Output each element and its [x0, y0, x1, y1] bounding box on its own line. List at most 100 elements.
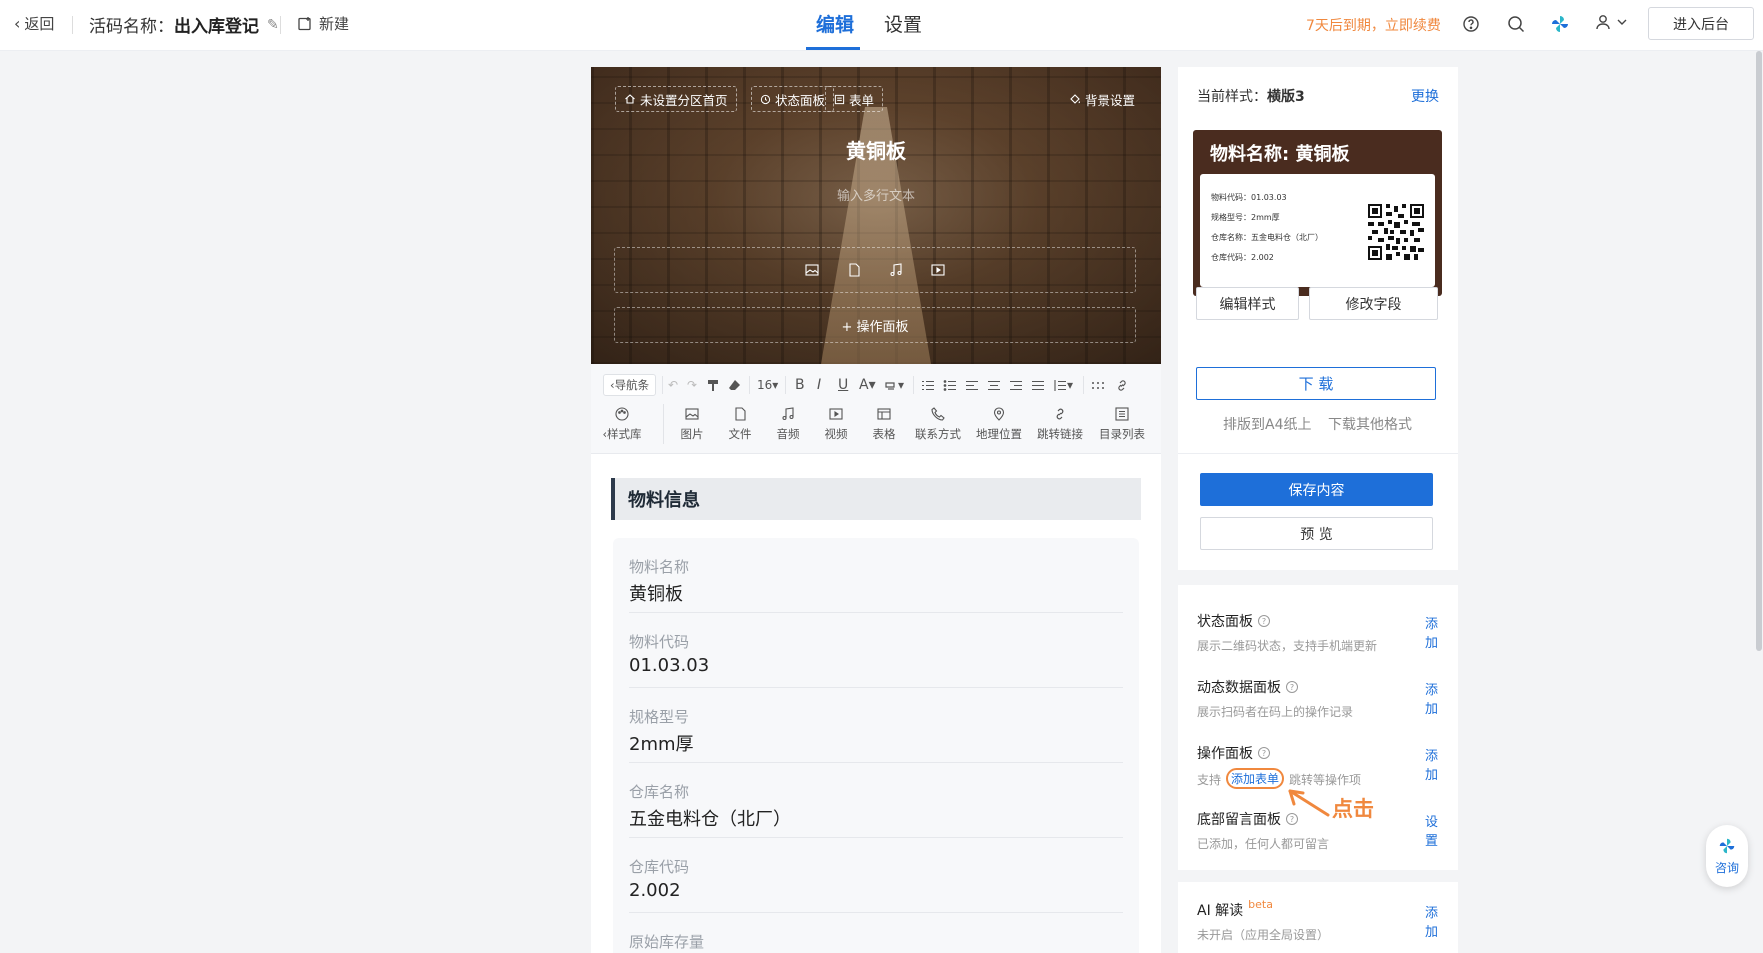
edit-fields-button[interactable]: 修改字段 [1309, 287, 1438, 320]
renew-link[interactable]: 7天后到期，立即续费 [1306, 15, 1441, 35]
field-row[interactable]: 仓库名称 五金电料仓（北厂） [629, 763, 1123, 838]
user-menu[interactable] [1594, 13, 1628, 31]
scrollbar-thumb[interactable] [1756, 51, 1762, 651]
help-icon[interactable]: ? [1286, 681, 1298, 693]
add-status-panel-link[interactable]: 添加 [1425, 613, 1442, 651]
insert-file-button[interactable]: 文件 [714, 404, 766, 442]
file-icon [735, 407, 746, 421]
edit-style-button[interactable]: 编辑样式 [1196, 287, 1299, 320]
divider [663, 404, 664, 444]
new-doc-icon [298, 16, 311, 30]
other-format-link[interactable]: 下载其他格式 [1328, 414, 1412, 434]
cover-text-input[interactable]: 输入多行文本 [591, 185, 1161, 204]
section-heading[interactable]: 物料信息 [611, 478, 1141, 520]
divider [1178, 453, 1458, 454]
insert-audio-button[interactable]: 音频 [762, 404, 814, 442]
help-icon[interactable] [1460, 13, 1482, 35]
back-button[interactable]: ‹ 返回 [14, 13, 54, 34]
align-right-icon[interactable] [1009, 372, 1023, 398]
bullet-list-icon[interactable] [943, 372, 957, 398]
insert-contact-button[interactable]: 联系方式 [909, 404, 967, 442]
file-icon[interactable] [846, 262, 862, 278]
add-operation-panel-link[interactable]: 添加 [1425, 745, 1442, 783]
comment-panel-settings-link[interactable]: 设置 [1425, 811, 1442, 849]
more-icon[interactable] [1091, 372, 1105, 398]
align-left-icon[interactable] [965, 372, 979, 398]
tab-settings[interactable]: 设置 [884, 10, 922, 37]
insert-video-button[interactable]: 视频 [810, 404, 862, 442]
enter-backend-button[interactable]: 进入后台 [1648, 7, 1754, 40]
divider [72, 16, 73, 34]
add-dynamic-panel-link[interactable]: 添加 [1425, 679, 1442, 717]
field-row[interactable]: 仓库代码 2.002 [629, 838, 1123, 913]
video-icon[interactable] [930, 262, 946, 278]
font-size-value: 16 [757, 378, 773, 392]
tool-label: 目录列表 [1099, 427, 1145, 441]
change-style-link[interactable]: 更换 [1411, 86, 1439, 106]
italic-icon[interactable]: I [817, 372, 821, 398]
consult-button[interactable]: 咨询 [1706, 825, 1748, 887]
help-icon[interactable]: ? [1258, 747, 1270, 759]
cover-banner[interactable]: 未设置分区首页 状态面板 表单 背景设置 黄铜板 输入多行文本 + 操作面板 [591, 67, 1161, 364]
bold-icon[interactable]: B [795, 372, 805, 398]
insert-location-button[interactable]: 地理位置 [970, 404, 1028, 442]
new-button[interactable]: 新建 [297, 13, 349, 34]
field-value: 2.002 [629, 880, 681, 901]
tool-label: 跳转链接 [1037, 427, 1083, 441]
audio-icon[interactable] [888, 262, 904, 278]
edit-pencil-icon[interactable]: ✎ [267, 17, 279, 33]
format-painter-icon[interactable] [707, 372, 720, 398]
tool-label: 音频 [776, 427, 800, 441]
cover-title[interactable]: 黄铜板 [591, 135, 1161, 164]
content-editor[interactable]: 物料信息 物料名称 黄铜板 物料代码 01.03.03 规格型号 2mm厚 仓库… [591, 454, 1161, 953]
field-row[interactable]: 原始库存量 [629, 913, 1123, 953]
field-value: 五金电料仓（北厂） [629, 809, 791, 830]
insert-image-button[interactable]: 图片 [666, 404, 718, 442]
field-row[interactable]: 物料代码 01.03.03 [629, 613, 1123, 688]
font-size-select[interactable]: 16 ▾ [757, 372, 778, 398]
download-button[interactable]: 下 载 [1196, 367, 1436, 400]
form-chip[interactable]: 表单 [825, 86, 884, 112]
highlight-icon[interactable]: ▾ [884, 372, 904, 398]
justify-icon[interactable] [1031, 372, 1045, 398]
background-setting-button[interactable]: 背景设置 [1061, 86, 1143, 112]
nav-bar-button[interactable]: ‹ 导航条 [603, 374, 657, 396]
add-ai-link[interactable]: 添加 [1425, 902, 1442, 940]
line-height-icon[interactable]: ▾ [1053, 372, 1073, 398]
tab-edit[interactable]: 编辑 [816, 10, 854, 37]
status-panel-chip[interactable]: 状态面板 [751, 86, 835, 112]
pinwheel-icon[interactable] [1549, 13, 1571, 35]
insert-link-button[interactable]: 跳转链接 [1031, 404, 1089, 442]
eraser-icon[interactable] [728, 372, 741, 398]
save-button[interactable]: 保存内容 [1200, 473, 1433, 506]
style-library-button[interactable]: ‹样式库 [596, 404, 648, 442]
undo-icon[interactable]: ↶ [668, 372, 678, 398]
preview-button[interactable]: 预 览 [1200, 517, 1433, 550]
chip-label: 未设置分区首页 [640, 92, 728, 108]
insert-table-button[interactable]: 表格 [858, 404, 910, 442]
search-icon[interactable] [1505, 13, 1527, 35]
image-icon[interactable] [804, 262, 820, 278]
partition-home-chip[interactable]: 未设置分区首页 [615, 86, 737, 112]
tool-label: 联系方式 [915, 427, 961, 441]
panels-card: 状态面板? 展示二维码状态，支持手机端更新 添加 动态数据面板? 展示扫码者在码… [1178, 585, 1458, 870]
insert-toc-button[interactable]: 目录列表 [1093, 404, 1151, 442]
chip-label: 状态面板 [775, 92, 826, 108]
field-row[interactable]: 物料名称 黄铜板 [629, 538, 1123, 613]
field-label: 物料代码 [629, 633, 690, 651]
top-bar: ‹ 返回 活码名称： 出入库登记 ✎ 新建 编辑 设置 7天后到期，立即续费 进… [0, 0, 1763, 51]
redo-icon[interactable]: ↷ [687, 372, 697, 398]
field-row[interactable]: 规格型号 2mm厚 [629, 688, 1123, 763]
link-icon[interactable] [1115, 372, 1129, 398]
underline-icon[interactable]: U [838, 372, 848, 398]
field-label: 仓库名称 [629, 783, 690, 801]
text-color-icon[interactable]: A▾ [859, 372, 876, 398]
layout-a4-link[interactable]: 排版到A4纸上 [1223, 414, 1311, 434]
align-center-icon[interactable] [987, 372, 1001, 398]
ordered-list-icon[interactable] [921, 372, 935, 398]
add-operation-panel-button[interactable]: + 操作面板 [614, 307, 1136, 343]
style-label: 当前样式： [1197, 89, 1267, 105]
help-icon[interactable]: ? [1258, 615, 1270, 627]
image-icon [685, 408, 699, 420]
add-form-highlight[interactable]: 添加表单 [1226, 768, 1285, 789]
